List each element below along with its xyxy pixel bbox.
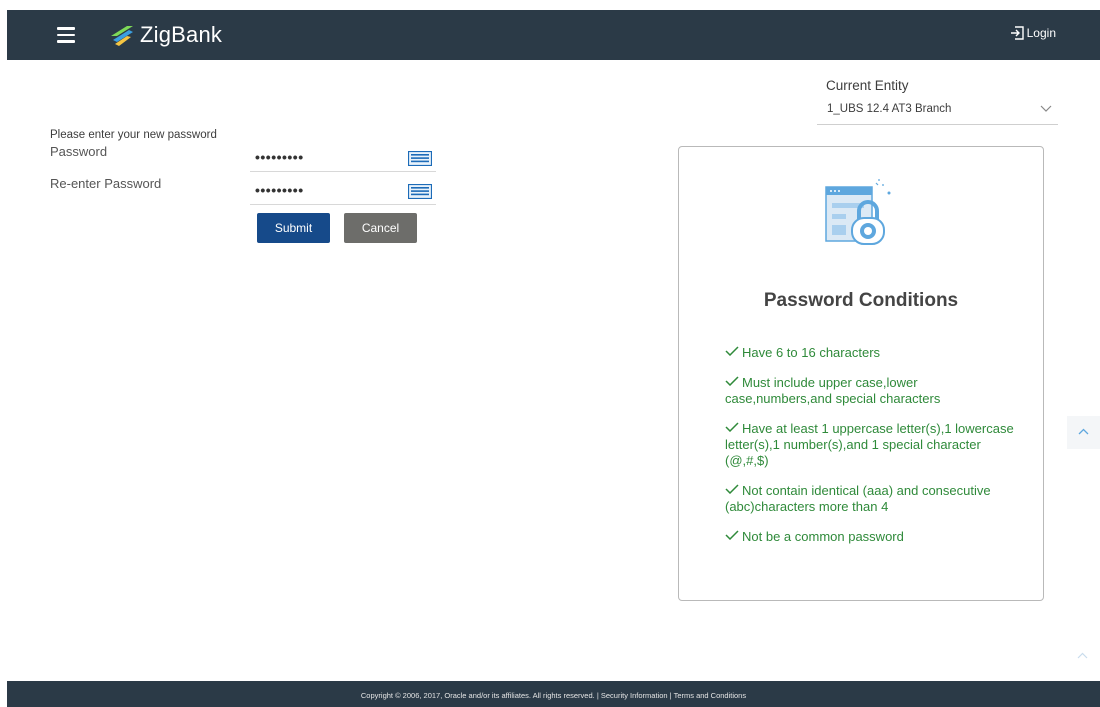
zigbank-logo-icon	[111, 26, 133, 46]
list-item: Not be a common password	[725, 529, 1025, 545]
login-label: Login	[1026, 26, 1056, 40]
login-icon	[1010, 26, 1024, 40]
list-item: Have at least 1 uppercase letter(s),1 lo…	[725, 421, 1025, 469]
password-conditions-list: Have 6 to 16 characters Must include upp…	[725, 345, 1025, 559]
check-icon	[725, 346, 739, 356]
password-conditions-card: Password Conditions Have 6 to 16 charact…	[678, 146, 1044, 601]
reenter-password-label: Re-enter Password	[50, 176, 162, 191]
check-icon	[725, 422, 739, 432]
scroll-up-button[interactable]	[1067, 416, 1100, 449]
chevron-up-icon	[1078, 428, 1089, 435]
brand-logo[interactable]: ZigBank	[107, 20, 222, 50]
entity-selected-value: 1_UBS 12.4 AT3 Branch	[827, 103, 952, 115]
reenter-password-masked-value: •••••••••	[255, 182, 304, 198]
hamburger-menu-icon[interactable]	[57, 27, 75, 43]
chevron-up-icon[interactable]	[1077, 652, 1088, 659]
entity-select[interactable]: 1_UBS 12.4 AT3 Branch	[817, 97, 1058, 125]
check-icon	[725, 484, 739, 494]
top-header: ZigBank Login	[7, 10, 1100, 60]
condition-text: Must include upper case,lower case,numbe…	[725, 375, 941, 406]
list-item: Must include upper case,lower case,numbe…	[725, 375, 1025, 407]
login-link[interactable]: Login	[1009, 25, 1056, 41]
condition-text: Not contain identical (aaa) and consecut…	[725, 483, 991, 514]
condition-text: Have at least 1 uppercase letter(s),1 lo…	[725, 421, 1014, 468]
page-footer: Copyright © 2006, 2017, Oracle and/or it…	[7, 681, 1100, 707]
password-masked-value: •••••••••	[255, 149, 304, 165]
password-field[interactable]: •••••••••	[250, 146, 436, 172]
condition-text: Not be a common password	[742, 529, 904, 544]
list-item: Have 6 to 16 characters	[725, 345, 1025, 361]
new-password-prompt: Please enter your new password	[50, 129, 217, 141]
copyright-text: Copyright © 2006, 2017, Oracle and/or it…	[360, 691, 599, 700]
keyboard-icon[interactable]	[408, 151, 432, 166]
reenter-password-field[interactable]: •••••••••	[250, 179, 436, 205]
security-information-link[interactable]: Security Information	[601, 691, 668, 700]
password-conditions-title: Password Conditions	[763, 290, 959, 311]
current-entity-label: Current Entity	[826, 78, 909, 93]
cancel-button[interactable]: Cancel	[344, 213, 417, 243]
submit-button[interactable]: Submit	[257, 213, 330, 243]
list-item: Not contain identical (aaa) and consecut…	[725, 483, 1025, 515]
footer-separator: |	[669, 691, 672, 700]
condition-text: Have 6 to 16 characters	[742, 345, 881, 360]
page-left-frame	[0, 0, 7, 707]
terms-and-conditions-link[interactable]: Terms and Conditions	[674, 691, 747, 700]
password-lock-illustration	[825, 179, 891, 245]
check-icon	[725, 376, 739, 386]
password-label: Password	[50, 144, 108, 159]
brand-name: ZigBank	[140, 22, 223, 47]
page-top-frame	[0, 0, 1100, 10]
keyboard-icon[interactable]	[408, 184, 432, 199]
chevron-down-icon	[1040, 105, 1052, 112]
check-icon	[725, 530, 739, 540]
